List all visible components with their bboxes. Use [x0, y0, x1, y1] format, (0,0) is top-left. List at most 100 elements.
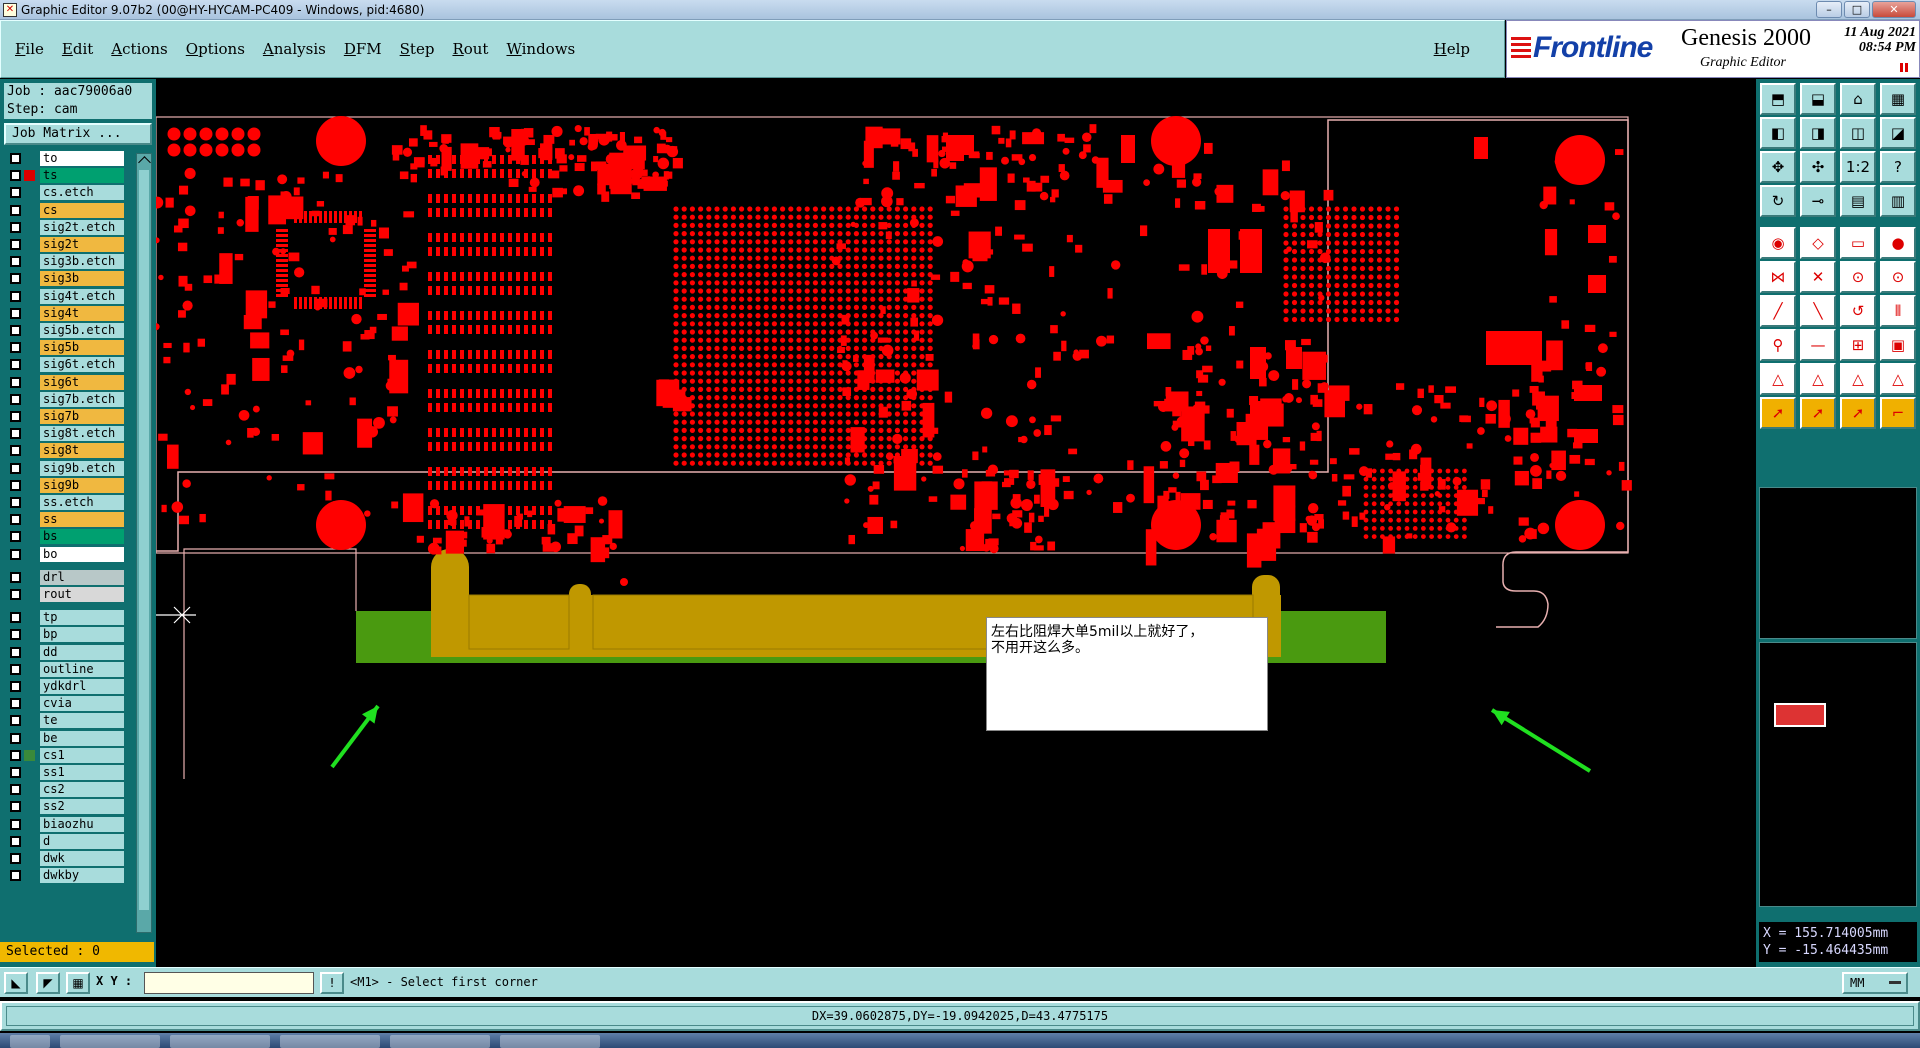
layer-name[interactable]: sig7b.etch	[40, 391, 124, 407]
layer-name[interactable]: bo	[40, 546, 124, 562]
layer-name[interactable]: biaozhu	[40, 816, 124, 832]
info-icon[interactable]: !	[320, 972, 344, 994]
layer-checkbox[interactable]	[10, 256, 21, 268]
layer-name[interactable]: ss.etch	[40, 495, 124, 510]
layer-name[interactable]: sig9b	[40, 477, 124, 493]
layer-name[interactable]: sig3b	[40, 271, 124, 287]
pan-icon[interactable]: ✣	[1800, 151, 1836, 183]
taskbar-item[interactable]	[280, 1035, 380, 1048]
layer-checkbox[interactable]	[10, 801, 21, 813]
step-in-icon[interactable]: ◧	[1760, 117, 1796, 149]
align-icon[interactable]: ⊞	[1840, 329, 1876, 361]
board-thumbnail[interactable]	[1774, 703, 1826, 727]
layer-checkbox[interactable]	[10, 170, 21, 182]
record-icon[interactable]: ◉	[1760, 227, 1796, 259]
layer-name[interactable]: cs	[40, 202, 124, 218]
layer-checkbox[interactable]	[10, 428, 21, 440]
triangle-b-icon[interactable]: △	[1800, 363, 1836, 395]
grid-icon[interactable]: ▦	[66, 972, 90, 994]
layer-row-dwkby[interactable]: dwkby	[6, 868, 124, 884]
layer-row-sig4t[interactable]: sig4t	[6, 305, 124, 321]
layer-row-ss-etch[interactable]: ss.etch	[6, 495, 124, 510]
layer-checkbox[interactable]	[10, 870, 21, 882]
layer-row-ss[interactable]: ss	[6, 512, 124, 528]
layer-checkbox[interactable]	[10, 571, 21, 583]
layer-name[interactable]: ts	[40, 168, 124, 184]
layout-icon[interactable]: ▦	[1880, 83, 1916, 115]
cross-icon[interactable]: ✕	[1800, 261, 1836, 293]
minimize-button[interactable]: –	[1816, 1, 1842, 18]
layer-name[interactable]: outline	[40, 661, 124, 677]
layer-row-sig5b-etch[interactable]: sig5b.etch	[6, 323, 124, 338]
layer-affected-marker[interactable]	[24, 749, 35, 761]
layer-list-scrollbar[interactable]	[136, 153, 152, 933]
taskbar-item[interactable]	[170, 1035, 270, 1048]
layer-name[interactable]: drl	[40, 569, 124, 585]
menu-analysis[interactable]: Analysis	[263, 40, 326, 58]
layer-name[interactable]: sig6t.etch	[40, 357, 124, 373]
node-a-icon[interactable]: ⊙	[1840, 261, 1876, 293]
layer-row-sig3b-etch[interactable]: sig3b.etch	[6, 254, 124, 270]
step-out-icon[interactable]: ◨	[1800, 117, 1836, 149]
layer-checkbox[interactable]	[10, 853, 21, 864]
connect-icon[interactable]: ⋈	[1760, 261, 1796, 293]
help-icon[interactable]: ?	[1880, 151, 1916, 183]
layer-row-ts[interactable]: ts	[6, 168, 124, 184]
layer-name[interactable]: sig9b.etch	[40, 460, 124, 476]
triangle-d-icon[interactable]: △	[1880, 363, 1916, 395]
layer-checkbox[interactable]	[10, 221, 21, 233]
layer-checkbox[interactable]	[10, 698, 21, 710]
layer-name[interactable]: sig4t.etch	[40, 288, 124, 304]
layer-checkbox[interactable]	[10, 749, 21, 761]
layer-checkbox[interactable]	[10, 548, 21, 560]
menu-file[interactable]: File	[15, 40, 44, 58]
layer-name[interactable]: cs1	[40, 747, 124, 763]
layer-checkbox[interactable]	[10, 325, 21, 336]
triangle-c-icon[interactable]: △	[1840, 363, 1876, 395]
parallel-icon[interactable]: ⫴	[1880, 295, 1916, 327]
menu-help[interactable]: Help	[1434, 40, 1470, 58]
zoom-home-icon[interactable]: ✥	[1760, 151, 1796, 183]
layer-checkbox[interactable]	[10, 715, 21, 727]
layer-b-icon[interactable]: ▥	[1880, 185, 1916, 217]
layer-row-cs2[interactable]: cs2	[6, 782, 124, 798]
layer-name[interactable]: be	[40, 730, 124, 746]
layer-row-sig6t-etch[interactable]: sig6t.etch	[6, 357, 124, 373]
layer-checkbox[interactable]	[10, 359, 21, 371]
units-select[interactable]: MM	[1842, 972, 1908, 994]
menu-actions[interactable]: Actions	[111, 40, 167, 58]
save-icon[interactable]: ⬓	[1800, 83, 1836, 115]
layer-checkbox[interactable]	[10, 663, 21, 675]
layer-row-to[interactable]: to	[6, 151, 124, 166]
layer-row-ss2[interactable]: ss2	[6, 799, 124, 815]
layer-checkbox[interactable]	[10, 589, 21, 600]
pcb-board-view[interactable]	[156, 79, 1756, 967]
menu-edit[interactable]: Edit	[62, 40, 93, 58]
layer-row-sig2t[interactable]: sig2t	[6, 237, 124, 252]
layer-name[interactable]: sig4t	[40, 305, 124, 321]
layer-row-cs[interactable]: cs	[6, 202, 124, 218]
layer-name[interactable]: d	[40, 833, 124, 849]
home-icon[interactable]: ⌂	[1840, 83, 1876, 115]
layer-checkbox[interactable]	[10, 239, 21, 250]
line-b-icon[interactable]: ╲	[1800, 295, 1836, 327]
layer-a-icon[interactable]: ▤	[1840, 185, 1876, 217]
layer-row-sig5b[interactable]: sig5b	[6, 340, 124, 356]
copy-icon[interactable]: ▣	[1880, 329, 1916, 361]
layer-name[interactable]: rout	[40, 587, 124, 602]
select-box-icon[interactable]: ➚	[1800, 397, 1836, 429]
taskbar-item[interactable]	[390, 1035, 490, 1048]
line-a-icon[interactable]: ╱	[1760, 295, 1796, 327]
layer-name[interactable]: ss	[40, 512, 124, 528]
select-arrow-icon[interactable]: ➚	[1760, 397, 1796, 429]
layer-affected-marker[interactable]	[24, 170, 35, 182]
layer-checkbox[interactable]	[10, 376, 21, 388]
menu-step[interactable]: Step	[400, 40, 435, 58]
layer-name[interactable]: sig5b.etch	[40, 323, 124, 338]
overview-pane[interactable]	[1759, 642, 1917, 907]
job-matrix-button[interactable]: Job Matrix ...	[4, 123, 152, 145]
layer-checkbox[interactable]	[10, 497, 21, 508]
layer-row-sig8t[interactable]: sig8t	[6, 443, 124, 459]
menu-dfm[interactable]: DFM	[344, 40, 382, 58]
layer-row-sig8t-etch[interactable]: sig8t.etch	[6, 426, 124, 442]
